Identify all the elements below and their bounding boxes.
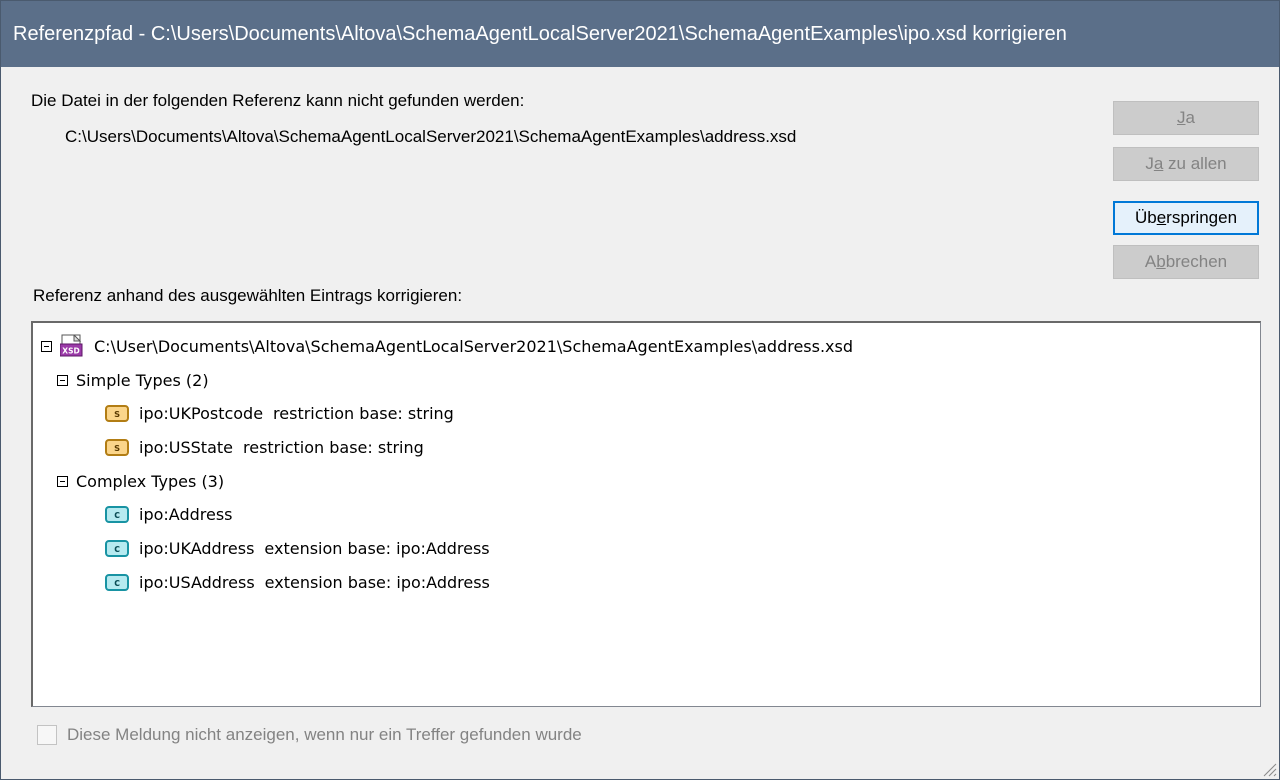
complex-type-icon: c <box>105 539 129 557</box>
dont-show-checkbox-label: Diese Meldung nicht anzeigen, wenn nur e… <box>67 725 582 744</box>
yes-button-label-post: a <box>1185 108 1195 127</box>
cancel-label-pre: A <box>1144 252 1157 271</box>
complex-type-icon: c <box>105 573 129 591</box>
type-detail: extension base: ipo:Address <box>264 538 490 558</box>
dialog-title: Referenzpfad - C:\Users\Documents\Altova… <box>1 1 1279 67</box>
tree-item-ukaddress[interactable]: c ipo:UKAddress extension base: ipo:Addr… <box>105 533 490 563</box>
type-name: ipo:USAddress <box>139 572 255 592</box>
type-name: ipo:Address <box>139 504 233 524</box>
tree-item-usaddress[interactable]: c ipo:USAddress extension base: ipo:Addr… <box>105 567 490 597</box>
simple-type-icon: s <box>105 438 129 456</box>
tree-root-node[interactable]: XSD C:\User\Documents\Altova\SchemaAgent… <box>41 331 853 361</box>
type-name: ipo:UKAddress <box>139 538 255 558</box>
yes-to-all-button[interactable]: Ja zu allen <box>1113 147 1259 181</box>
type-name: ipo:USState <box>139 437 233 457</box>
resize-grip-icon[interactable] <box>1261 761 1277 777</box>
complex-type-icon: c <box>105 505 129 523</box>
yes-all-label-pre: J <box>1145 154 1154 173</box>
skip-label-post: rspringen <box>1166 208 1238 227</box>
missing-file-path: C:\Users\Documents\Altova\SchemaAgentLoc… <box>65 127 797 146</box>
not-found-message: Die Datei in der folgenden Referenz kann… <box>31 91 525 110</box>
yes-button[interactable]: Ja <box>1113 101 1259 135</box>
tree-group-simple-types[interactable]: Simple Types (2) <box>57 365 209 395</box>
simple-type-icon: s <box>105 404 129 422</box>
collapse-toggle-icon[interactable] <box>41 340 52 352</box>
complex-types-label: Complex Types (3) <box>76 471 225 491</box>
tree-root-label: C:\User\Documents\Altova\SchemaAgentLoca… <box>94 336 854 356</box>
yes-button-accesskey: J <box>1177 108 1186 127</box>
cancel-button[interactable]: Abbrechen <box>1113 245 1259 279</box>
collapse-toggle-icon[interactable] <box>57 374 68 386</box>
svg-text:XSD: XSD <box>62 347 79 356</box>
skip-button[interactable]: Überspringen <box>1113 201 1259 235</box>
cancel-label-post: brechen <box>1165 252 1228 271</box>
type-detail: restriction base: string <box>243 437 424 457</box>
simple-types-label: Simple Types (2) <box>76 370 209 390</box>
cancel-accesskey: b <box>1156 252 1166 271</box>
skip-label-pre: Üb <box>1134 208 1157 227</box>
dont-show-checkbox[interactable] <box>37 725 57 745</box>
type-detail: extension base: ipo:Address <box>264 572 490 592</box>
xsd-file-icon: XSD <box>59 334 86 358</box>
yes-all-label-post: zu allen <box>1163 154 1227 173</box>
dialog-window: Referenzpfad - C:\Users\Documents\Altova… <box>0 0 1280 780</box>
skip-accesskey: e <box>1156 208 1167 227</box>
tree-group-complex-types[interactable]: Complex Types (3) <box>57 466 224 496</box>
type-detail: restriction base: string <box>273 403 454 423</box>
collapse-toggle-icon[interactable] <box>57 475 68 487</box>
correct-reference-label: Referenz anhand des ausgewählten Eintrag… <box>33 286 463 305</box>
type-name: ipo:UKPostcode <box>139 403 264 423</box>
tree-item-address[interactable]: c ipo:Address <box>105 499 233 529</box>
schema-tree[interactable]: XSD C:\User\Documents\Altova\SchemaAgent… <box>31 321 1261 707</box>
tree-item-usstate[interactable]: s ipo:USState restriction base: string <box>105 432 424 462</box>
yes-all-accesskey: a <box>1153 154 1164 173</box>
tree-item-ukpostcode[interactable]: s ipo:UKPostcode restriction base: strin… <box>105 398 454 428</box>
